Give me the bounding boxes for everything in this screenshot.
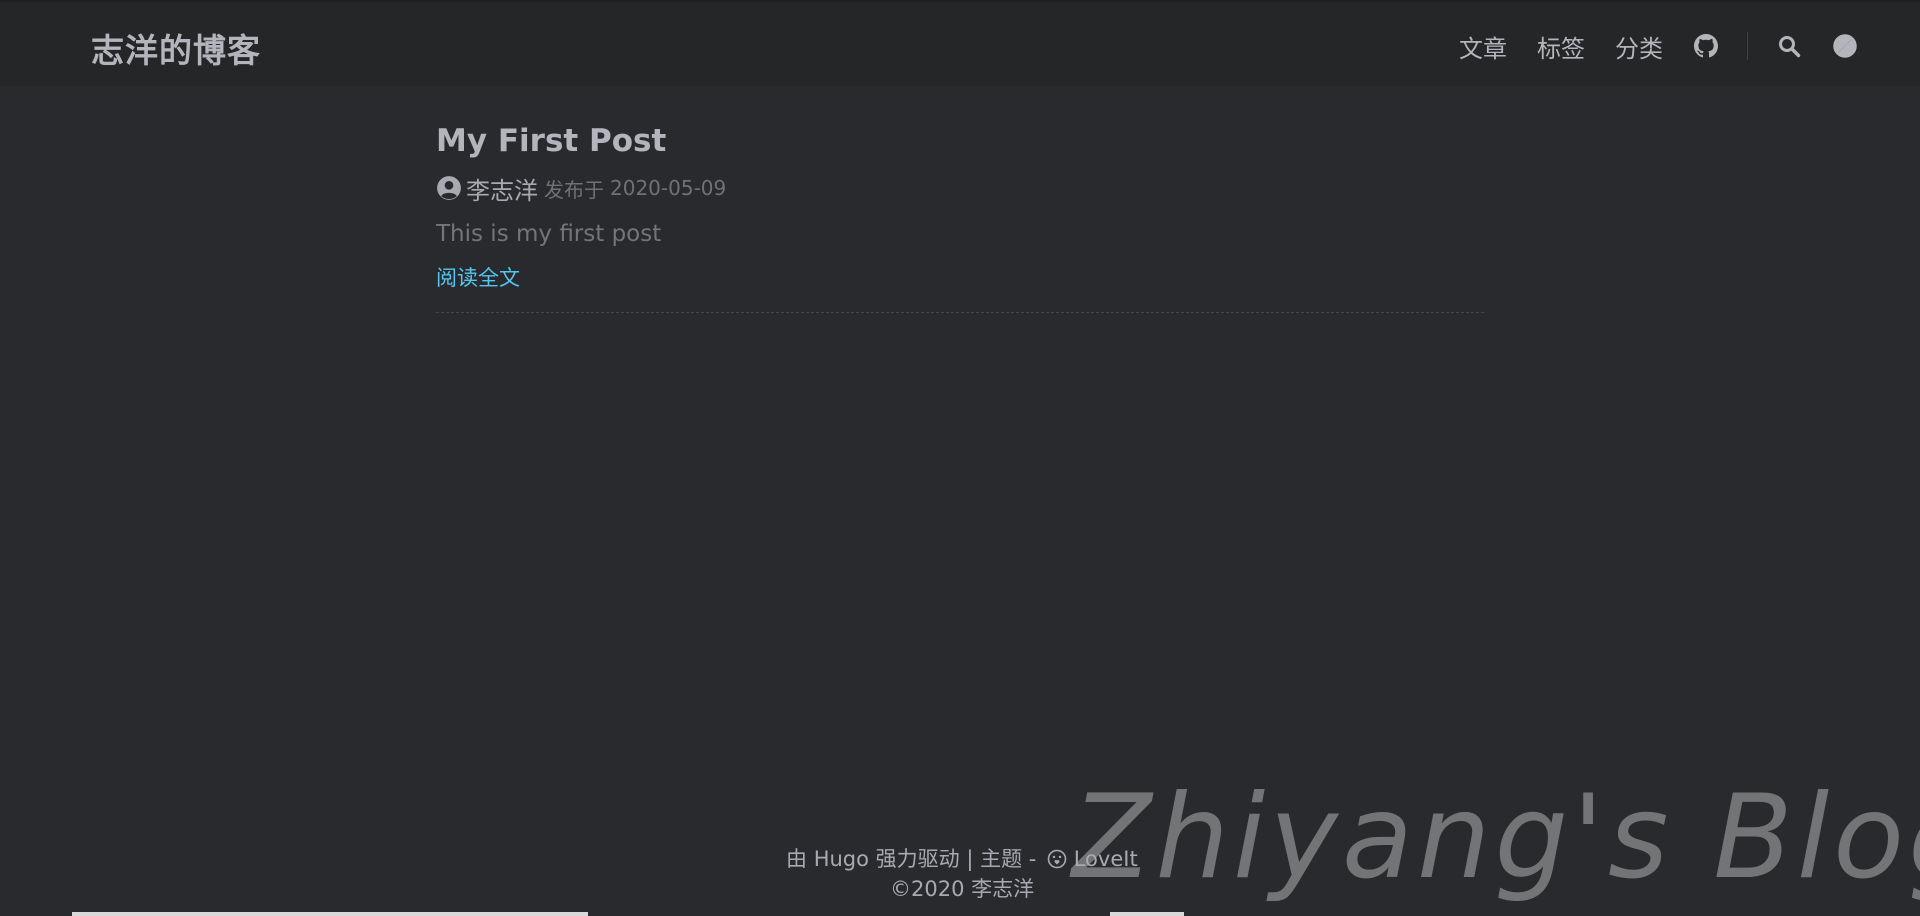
- footer-powered-line: 由 Hugo 强力驱动 | 主题 - LoveIt: [786, 844, 1138, 875]
- hugo-link[interactable]: Hugo: [814, 847, 869, 871]
- published-label: 发布于: [544, 177, 604, 202]
- theme-toggle-icon[interactable]: [1832, 33, 1858, 59]
- github-icon[interactable]: [1693, 33, 1719, 59]
- watermark-text: Zhiyang's Blog: [1072, 770, 1920, 905]
- footer-powered-prefix: 由: [786, 847, 807, 871]
- theme-icon: [1047, 847, 1067, 869]
- nav-tags[interactable]: 标签: [1537, 29, 1585, 64]
- footer-copyright: ©2020 李志洋: [890, 877, 1035, 901]
- search-icon[interactable]: [1776, 33, 1802, 59]
- main-nav: 文章 标签 分类: [1429, 28, 1858, 64]
- read-more-link[interactable]: 阅读全文: [436, 262, 520, 294]
- nav-divider: [1747, 32, 1748, 60]
- user-circle-icon: [436, 175, 462, 201]
- nav-categories[interactable]: 分类: [1615, 29, 1663, 64]
- post-date: 2020-05-09: [610, 176, 727, 200]
- bottom-bar-segment: [1110, 912, 1184, 916]
- post-summary-card: My First Post 李志洋 发布于 2020-05-09 This is…: [436, 118, 1484, 313]
- post-divider: [436, 312, 1484, 313]
- post-title-link[interactable]: My First Post: [436, 118, 666, 164]
- nav-posts[interactable]: 文章: [1459, 29, 1507, 64]
- theme-link[interactable]: LoveIt: [1074, 847, 1138, 871]
- bottom-bar-segment: [72, 912, 588, 916]
- site-header: 志洋的博客 文章 标签 分类: [0, 0, 1920, 86]
- footer-powered-suffix: 强力驱动 | 主题 -: [875, 847, 1037, 871]
- post-summary: This is my first post: [436, 221, 662, 247]
- post-author[interactable]: 李志洋: [466, 171, 538, 206]
- site-title-link[interactable]: 志洋的博客: [91, 24, 261, 72]
- post-meta: 李志洋 发布于 2020-05-09: [436, 170, 1484, 206]
